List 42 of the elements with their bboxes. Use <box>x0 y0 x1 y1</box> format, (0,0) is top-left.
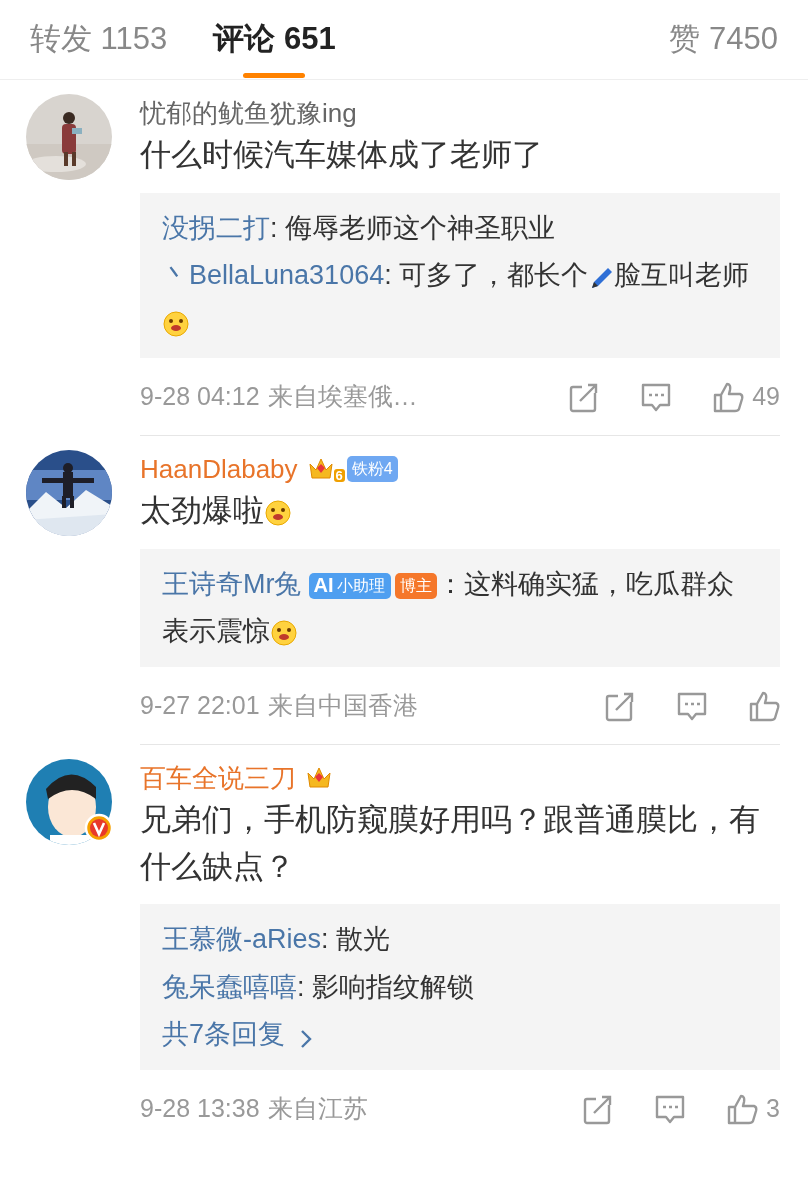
like-icon <box>748 689 780 722</box>
share-icon <box>568 380 601 413</box>
more-replies-link[interactable]: 共7条回复 <box>162 1010 286 1058</box>
tab[interactable]: 赞 7450 <box>669 0 778 80</box>
fan-badge: 铁粉4 <box>346 456 398 483</box>
location: 来自中国香港 <box>267 690 418 721</box>
username[interactable]: 百车全说三刀 <box>140 758 296 798</box>
timestamp: 9-28 04:12 <box>140 381 260 412</box>
like-count: 49 <box>752 381 780 412</box>
level-number: 6 <box>333 469 345 483</box>
username[interactable]: HaanDlababy <box>140 449 298 489</box>
comment-text: 太劲爆啦 <box>140 493 264 529</box>
comment-text: 什么时候汽车媒体成了老师了 <box>140 137 543 172</box>
reply-text: 丶BellaLuna31064: 可多了，都长个 脸互叫老师 <box>162 251 758 347</box>
tab[interactable]: 转发 1153 <box>30 0 168 80</box>
like-icon <box>712 380 745 413</box>
reply-author[interactable]: 王诗奇Mr兔 <box>162 568 302 599</box>
chevron-icon <box>299 1027 314 1050</box>
location: 来自江苏 <box>267 1093 368 1125</box>
username[interactable]: 忧郁的鱿鱼犹豫ing <box>140 93 357 133</box>
comment-text: 兄弟们，手机防窥膜好用吗？跟普通膜比，有什么缺点？ <box>140 802 760 884</box>
reply-author[interactable]: 王慕微-aRies <box>162 924 322 955</box>
reply-text: 王诗奇Mr兔 AI 小助理 博主 ：这料确实猛，吃瓜群众表示震惊 <box>162 567 736 649</box>
like-count: 3 <box>766 1093 780 1125</box>
tab[interactable]: 评论 651 <box>213 0 336 80</box>
assistant-badge: AI 小助理 <box>309 572 392 599</box>
timestamp: 9-28 13:38 <box>140 1093 260 1125</box>
reply-text: 没拐二打: 侮辱老师这个神圣职业 <box>162 211 556 245</box>
location: 来自埃塞俄… <box>267 381 418 412</box>
author-badge: 博主 <box>395 572 438 599</box>
timestamp: 9-27 22:01 <box>140 690 260 721</box>
emoji-icon <box>162 309 190 338</box>
emoji-icon <box>270 618 298 647</box>
like-icon <box>726 1093 759 1125</box>
reply-text: 兔呆蠢嘻嘻: 影响指纹解锁 <box>162 970 475 1004</box>
reply-author[interactable]: 丶BellaLuna31064 <box>162 259 385 290</box>
share-icon <box>582 1093 615 1125</box>
reply-author[interactable]: 没拐二打 <box>162 212 270 243</box>
share-icon <box>604 689 636 722</box>
reply-author[interactable]: 兔呆蠢嘻嘻 <box>162 971 297 1002</box>
reply-text: 王慕微-aRies: 散光 <box>162 923 392 957</box>
comment-icon <box>654 1093 687 1125</box>
